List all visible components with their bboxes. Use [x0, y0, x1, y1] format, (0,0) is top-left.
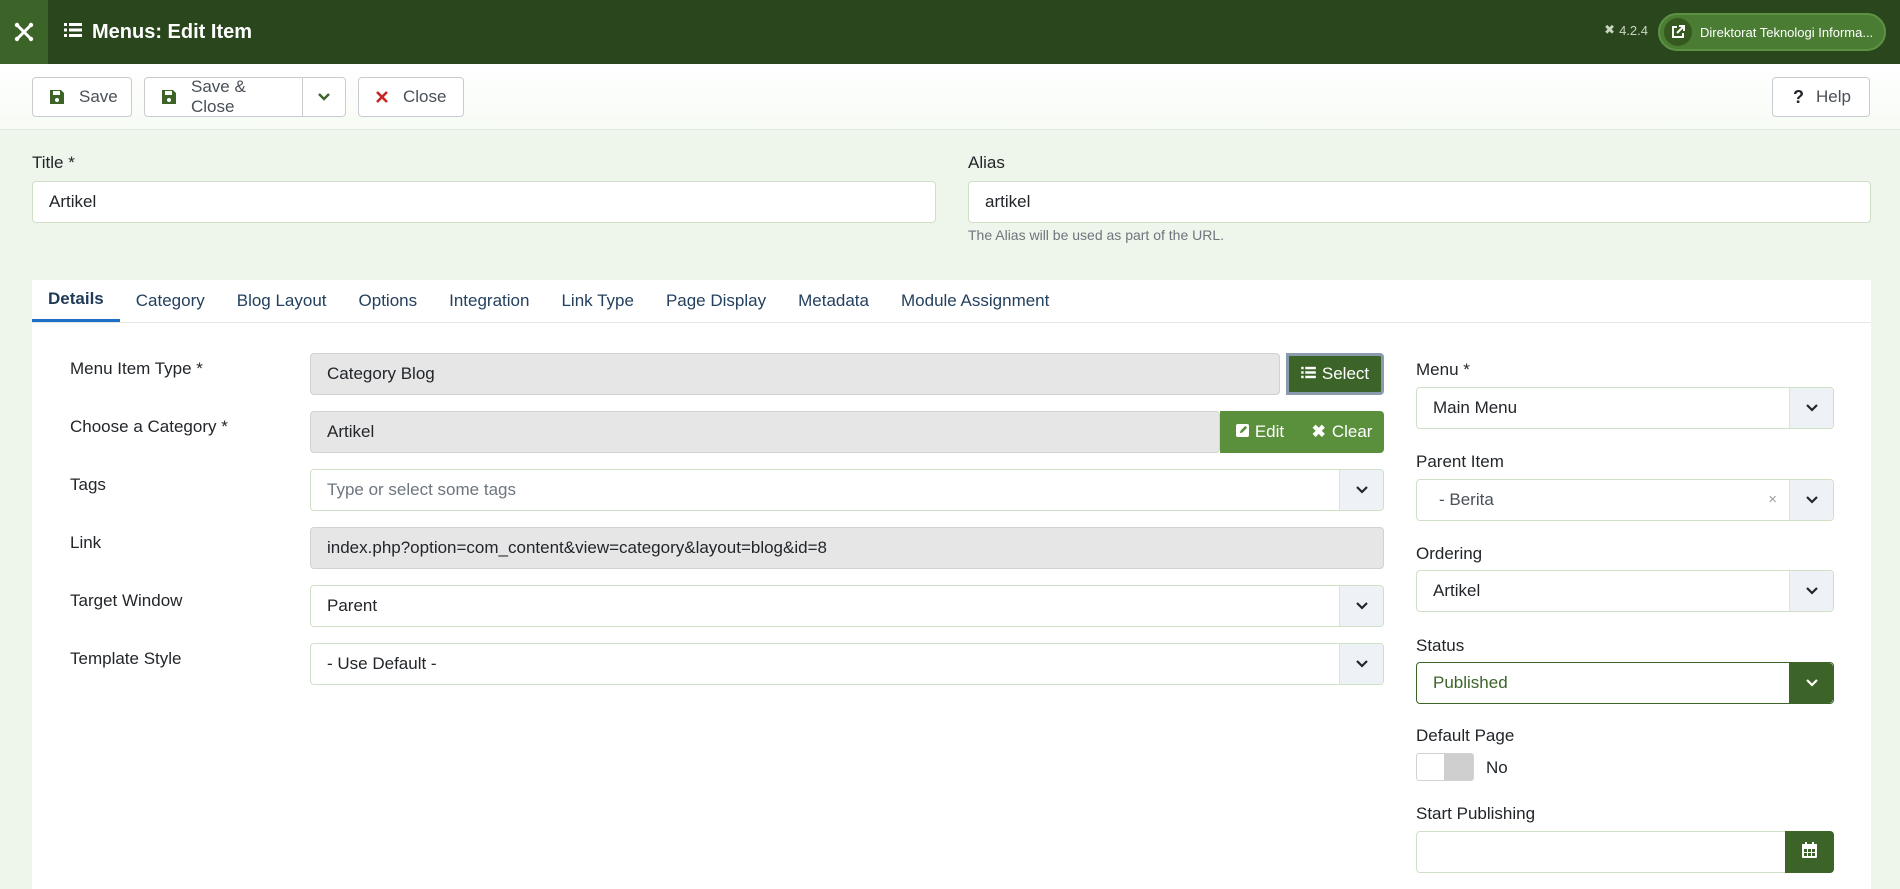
- list-icon: [64, 22, 82, 43]
- start-publishing-input[interactable]: [1416, 831, 1786, 873]
- version-label: ✖ 4.2.4: [1604, 22, 1648, 38]
- tab-bar: Details Category Blog Layout Options Int…: [32, 280, 1871, 323]
- chevron-down-icon[interactable]: [1339, 470, 1383, 510]
- close-icon: ✖: [1311, 422, 1326, 441]
- list-icon: [1301, 364, 1316, 384]
- tab-metadata[interactable]: Metadata: [782, 279, 885, 322]
- tab-link-type[interactable]: Link Type: [545, 279, 649, 322]
- site-link-button[interactable]: Direktorat Teknologi Informa...: [1658, 13, 1886, 51]
- category-label: Choose a Category *: [70, 417, 228, 436]
- menu-select[interactable]: Main Menu: [1416, 387, 1834, 429]
- tags-input[interactable]: Type or select some tags: [310, 469, 1384, 511]
- close-icon: [375, 90, 389, 104]
- link-label: Link: [70, 533, 102, 552]
- calendar-icon: [1802, 841, 1817, 863]
- chevron-down-icon: [318, 93, 330, 101]
- header-bar: Menus: Edit Item ✖ 4.2.4 Direktorat Tekn…: [0, 0, 1900, 64]
- tab-details[interactable]: Details: [32, 279, 120, 322]
- chevron-down-icon[interactable]: [1789, 388, 1833, 428]
- tags-label: Tags: [70, 475, 106, 494]
- alias-input[interactable]: artikel: [968, 181, 1871, 223]
- title-label: Title *: [32, 153, 75, 172]
- save-icon: [49, 89, 65, 105]
- joomla-small-icon: ✖: [1604, 22, 1616, 37]
- external-link-icon: [1664, 18, 1692, 46]
- select-type-button[interactable]: Select: [1286, 353, 1384, 395]
- title-input[interactable]: Artikel: [32, 181, 936, 223]
- parent-item-label: Parent Item: [1416, 452, 1504, 471]
- status-select[interactable]: Published: [1416, 662, 1834, 704]
- start-publishing-label: Start Publishing: [1416, 804, 1536, 823]
- ordering-select[interactable]: Artikel: [1416, 570, 1834, 612]
- page-title: Menus: Edit Item: [92, 20, 253, 43]
- template-style-select[interactable]: - Use Default -: [310, 643, 1384, 685]
- help-button[interactable]: ? Help: [1772, 77, 1870, 117]
- save-icon: [161, 89, 177, 105]
- toggle-knob: [1444, 754, 1473, 780]
- chevron-down-icon[interactable]: [1339, 586, 1383, 626]
- save-button[interactable]: Save: [32, 77, 132, 117]
- edit-category-button[interactable]: Edit: [1220, 411, 1300, 453]
- save-options-dropdown[interactable]: [301, 78, 345, 116]
- alias-help-text: The Alias will be used as part of the UR…: [968, 227, 1225, 243]
- tab-blog-layout[interactable]: Blog Layout: [221, 279, 343, 322]
- default-page-toggle[interactable]: [1416, 753, 1474, 781]
- calendar-button[interactable]: [1785, 831, 1834, 873]
- clear-selection-icon[interactable]: ×: [1768, 491, 1777, 508]
- menu-item-type-field: Category Blog: [310, 353, 1280, 395]
- tab-options[interactable]: Options: [343, 279, 434, 322]
- tab-page-display[interactable]: Page Display: [650, 279, 782, 322]
- target-window-select[interactable]: Parent: [310, 585, 1384, 627]
- edit-icon: [1235, 422, 1249, 442]
- close-button[interactable]: Close: [358, 77, 464, 117]
- default-page-value: No: [1486, 758, 1508, 777]
- default-page-label: Default Page: [1416, 726, 1515, 745]
- tab-integration[interactable]: Integration: [433, 279, 545, 322]
- joomla-logo[interactable]: [0, 0, 48, 64]
- chevron-down-icon[interactable]: [1789, 480, 1833, 520]
- alias-label: Alias: [968, 153, 1005, 172]
- ordering-label: Ordering: [1416, 544, 1483, 563]
- chevron-down-icon[interactable]: [1339, 644, 1383, 684]
- parent-item-select[interactable]: - Berita ×: [1416, 479, 1834, 521]
- link-field: index.php?option=com_content&view=catego…: [310, 527, 1384, 569]
- edit-card: Details Category Blog Layout Options Int…: [32, 280, 1871, 889]
- chevron-down-icon[interactable]: [1789, 571, 1833, 611]
- site-name: Direktorat Teknologi Informa...: [1700, 24, 1874, 40]
- clear-category-button[interactable]: ✖ Clear: [1300, 411, 1384, 453]
- target-window-label: Target Window: [70, 591, 183, 610]
- toolbar: Save Save & Close Close ? Help: [0, 64, 1900, 130]
- tab-category[interactable]: Category: [120, 279, 221, 322]
- save-close-button[interactable]: Save & Close: [144, 77, 346, 117]
- joomla-logo-icon: [14, 22, 34, 42]
- question-icon: ?: [1793, 86, 1804, 107]
- tab-module-assignment[interactable]: Module Assignment: [885, 279, 1065, 322]
- chevron-down-icon[interactable]: [1789, 663, 1833, 703]
- menu-item-type-label: Menu Item Type *: [70, 359, 203, 378]
- status-label: Status: [1416, 636, 1465, 655]
- template-style-label: Template Style: [70, 649, 182, 668]
- menu-label: Menu *: [1416, 360, 1470, 379]
- category-field: Artikel: [310, 411, 1220, 453]
